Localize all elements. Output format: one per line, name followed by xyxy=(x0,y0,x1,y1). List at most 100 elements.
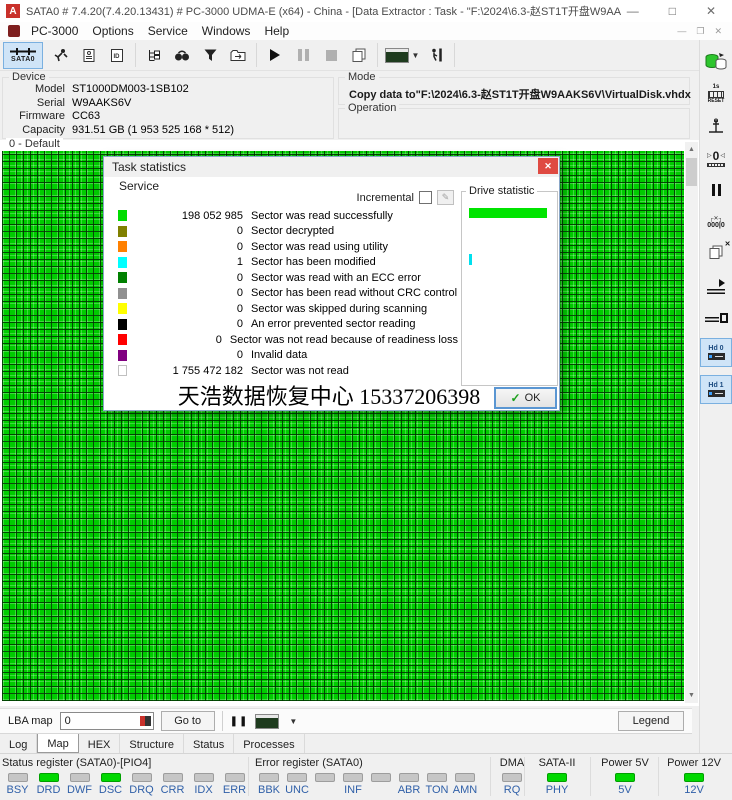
menu-service[interactable]: Service xyxy=(141,23,195,39)
utility-tools-button[interactable] xyxy=(47,42,75,68)
search-button[interactable] xyxy=(168,42,196,68)
funnel-icon xyxy=(204,49,216,61)
menu-help[interactable]: Help xyxy=(257,23,296,39)
crr-led xyxy=(162,773,183,782)
statistic-count: 0 xyxy=(236,302,243,315)
legend-button[interactable]: Legend xyxy=(618,711,684,731)
pause-icon xyxy=(297,49,309,61)
mdi-minimize-button[interactable]: — xyxy=(677,26,686,37)
scrollbar-thumb[interactable] xyxy=(686,158,697,186)
maximize-button[interactable]: □ xyxy=(669,4,676,18)
device-row: Firmware CC63 xyxy=(3,110,329,124)
legend-color-swatch xyxy=(118,303,127,315)
right-toolbar: 1s RESET ▷ 0 ◁ ┌✕┐ 000|0 ✕ Hd 0 Hd 1 xyxy=(699,40,732,753)
layers-clear-icon: ✕ xyxy=(708,241,731,265)
statistic-row: 0 Sector decrypted xyxy=(118,224,458,240)
sata0-label: SATA0 xyxy=(11,56,35,63)
mdi-close-button[interactable]: ✕ xyxy=(714,26,722,37)
led-label: UNC xyxy=(285,784,309,796)
counter-button[interactable]: ┌✕┐ 000|0 xyxy=(702,210,730,234)
svg-text:ID: ID xyxy=(114,54,121,60)
counter-icon: ┌✕┐ 000|0 xyxy=(707,215,725,229)
dialog-title: Task statistics xyxy=(112,160,187,174)
legend-color-swatch xyxy=(118,225,127,237)
sata0-port-button[interactable]: SATA0 xyxy=(3,41,43,69)
pause-button[interactable] xyxy=(289,42,317,68)
mdi-restore-button[interactable]: ❐ xyxy=(696,26,704,37)
dialog-menu-service[interactable]: Service xyxy=(112,178,166,194)
statistic-row: 0 Invalid data xyxy=(118,348,458,364)
main-toolbar: SATA0 ID ▼ xyxy=(0,40,699,71)
head-tools-button[interactable] xyxy=(702,114,730,138)
stop-button[interactable] xyxy=(317,42,345,68)
export-folder-button[interactable] xyxy=(224,42,252,68)
reset-button[interactable]: 1s RESET xyxy=(702,82,730,106)
menu-windows[interactable]: Windows xyxy=(195,23,258,39)
tab-log[interactable]: Log xyxy=(0,734,38,753)
abr-led xyxy=(399,773,419,782)
statistics-list: 198 052 985 Sector was read successfully 0… xyxy=(118,208,458,379)
goto-button[interactable]: Go to xyxy=(160,711,215,731)
map-scrollbar[interactable]: ▲ ▼ xyxy=(685,142,698,703)
head-0-button[interactable]: Hd 0 xyxy=(700,338,732,367)
stop-icon xyxy=(325,49,337,61)
legend-color-swatch xyxy=(118,241,127,253)
legend-color-swatch xyxy=(118,318,127,330)
head-1-button[interactable]: Hd 1 xyxy=(700,375,732,404)
sleep-pause-button[interactable] xyxy=(702,178,730,202)
start-button[interactable] xyxy=(261,42,289,68)
edit-pencil-icon[interactable]: ✎ xyxy=(437,190,454,205)
ok-button[interactable]: ✓ OK xyxy=(494,387,557,409)
ata-run-button[interactable] xyxy=(702,274,730,298)
watermark-text: 天浩数据恢复中心 15337206398 xyxy=(177,384,481,409)
drive-id-button[interactable]: ID xyxy=(103,42,131,68)
menu-options[interactable]: Options xyxy=(85,23,140,39)
idx-led xyxy=(193,773,214,782)
pc3000-menu-icon xyxy=(8,25,20,37)
toolbar-separator xyxy=(256,43,257,67)
close-button[interactable]: ✕ xyxy=(706,4,716,18)
led-cell: ABR xyxy=(395,771,423,796)
dialog-close-button[interactable]: ✕ xyxy=(538,158,558,174)
lba-input[interactable]: 0 xyxy=(59,712,154,730)
tab-status[interactable]: Status xyxy=(184,734,235,753)
device-row-value: 931.51 GB (1 953 525 168 * 512) xyxy=(72,123,235,136)
minimize-button[interactable]: — xyxy=(627,4,639,18)
menu-pc-3000[interactable]: PC-3000 xyxy=(24,23,85,39)
chevron-down-icon: ▼ xyxy=(411,50,420,60)
device-group-label: Device xyxy=(9,71,49,83)
map-pause-button[interactable]: ❚❚ xyxy=(230,716,249,727)
phy-led xyxy=(547,773,567,782)
statistic-count: 198 052 985 xyxy=(181,209,243,222)
dialog-title-bar[interactable]: Task statistics ✕ xyxy=(104,157,559,177)
mode-group: Mode Copy data to"F:\2024\6.3-赵ST1T开盘W9A… xyxy=(338,71,691,105)
device-row: Model ST1000DM003-1SB102 xyxy=(3,83,329,97)
led-label: AMN xyxy=(452,784,478,796)
incremental-checkbox[interactable] xyxy=(419,191,432,204)
statistic-label: Sector was read with an ECC error xyxy=(251,271,421,284)
power-drive-button[interactable] xyxy=(702,50,730,74)
scroll-up-icon[interactable]: ▲ xyxy=(685,142,698,157)
chevron-down-icon[interactable]: ▼ xyxy=(289,717,297,726)
led-cell: 12V xyxy=(665,771,723,796)
scroll-down-icon[interactable]: ▼ xyxy=(685,688,698,703)
recalibrate-button[interactable]: ▷ 0 ◁ xyxy=(702,146,730,170)
legend-color-swatch xyxy=(118,334,127,346)
script-info-button[interactable] xyxy=(75,42,103,68)
interface-button[interactable] xyxy=(702,306,730,330)
tab-processes[interactable]: Processes xyxy=(234,734,305,753)
copy-tasks-button[interactable] xyxy=(345,42,373,68)
led-cell: AMN xyxy=(451,771,479,796)
operation-group-label: Operation xyxy=(345,102,400,114)
exit-task-button[interactable] xyxy=(422,42,450,68)
tab-structure[interactable]: Structure xyxy=(120,734,185,753)
tab-hex[interactable]: HEX xyxy=(79,734,121,753)
ok-label: OK xyxy=(524,392,541,404)
clear-buffers-button[interactable]: ✕ xyxy=(702,241,731,266)
task-tree-button[interactable] xyxy=(140,42,168,68)
info-panel: Device Model ST1000DM003-1SB102 Serial W9AA… xyxy=(0,71,696,140)
tab-map[interactable]: Map xyxy=(37,734,79,753)
filter-button[interactable] xyxy=(196,42,224,68)
map-view-button[interactable]: ▼ xyxy=(382,42,422,68)
map-style-thumbnail[interactable] xyxy=(255,713,280,729)
